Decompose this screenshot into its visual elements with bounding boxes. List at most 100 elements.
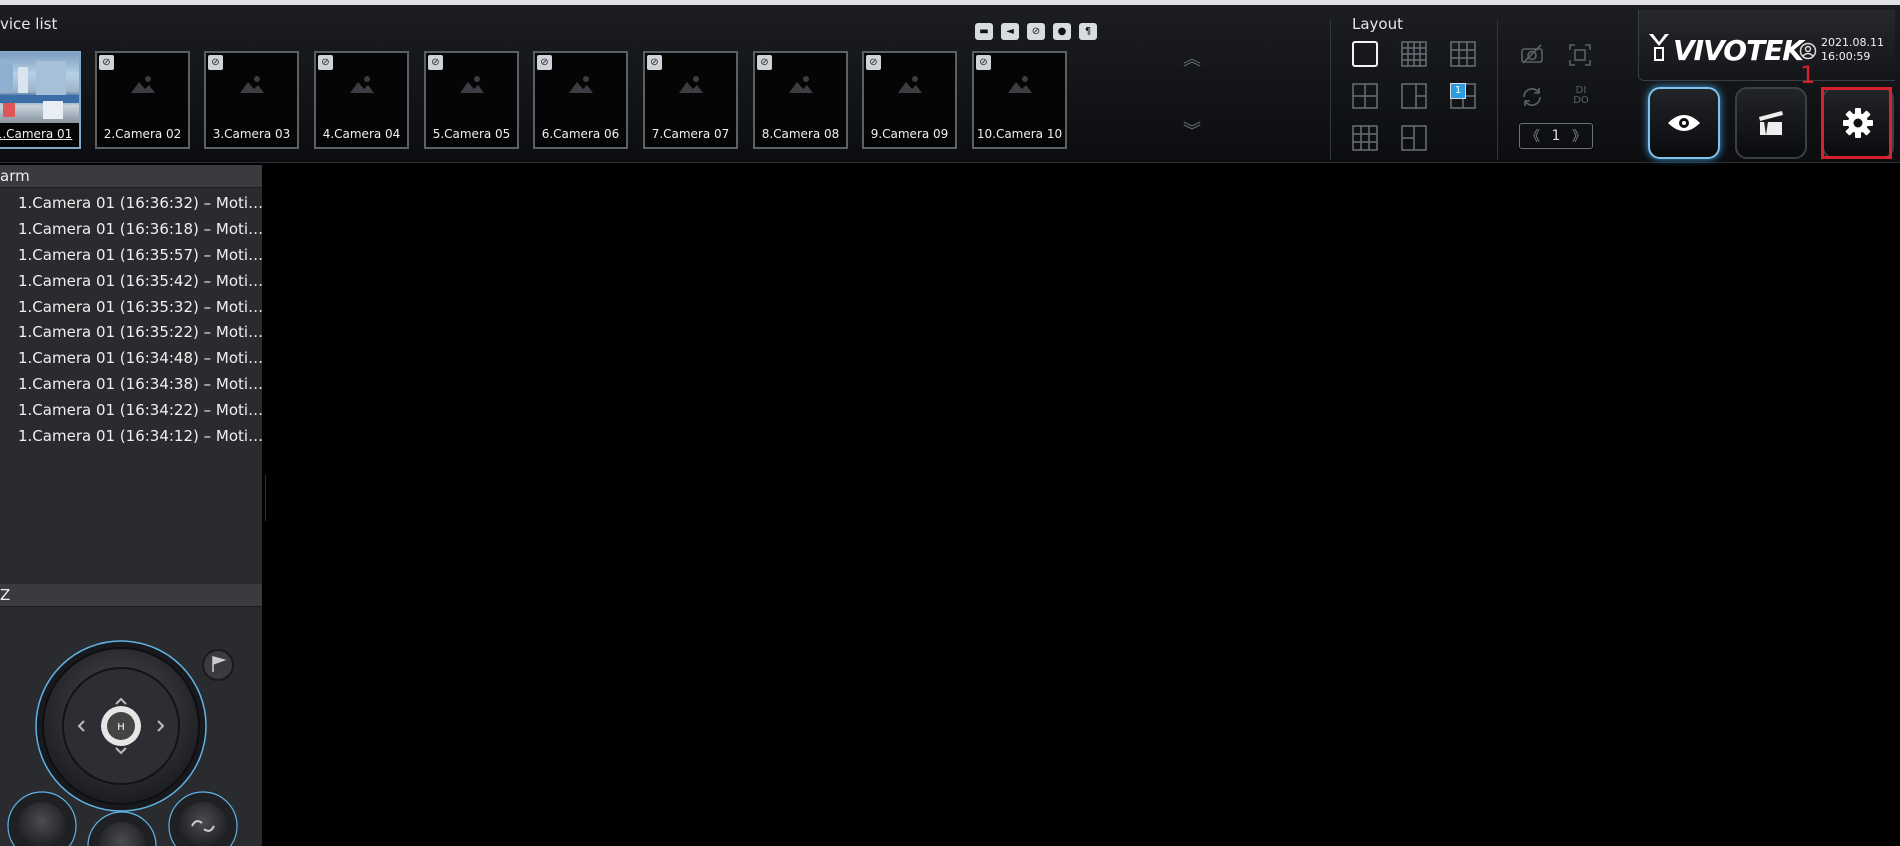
divider <box>1497 20 1498 160</box>
no-signal-icon: ⊘ <box>866 55 881 70</box>
video-viewport[interactable] <box>266 166 1900 846</box>
alarm-item[interactable]: 1.Camera 01 (16:34:38) – Moti… <box>18 375 263 393</box>
camera-label: 6.Camera 06 <box>541 127 620 141</box>
layout-1x1-button[interactable] <box>1352 41 1378 67</box>
ptz-filter-icon[interactable]: ◄ <box>1001 23 1019 40</box>
ptz-home-label[interactable]: H <box>117 722 125 733</box>
camera-thumb-8[interactable]: ⊘ 8.Camera 08 <box>753 51 848 149</box>
layout-badge: 1 <box>1450 83 1466 99</box>
page-number: 1 <box>1551 128 1561 144</box>
page-navigator: 《 1 》 <box>1519 123 1593 149</box>
io-filter-icon[interactable]: ¶ <box>1079 23 1097 40</box>
fisheye-filter-icon[interactable]: ● <box>1053 23 1071 40</box>
camera-preview: ⊘ <box>426 53 517 123</box>
camera-label: 1.Camera 01 <box>0 127 73 141</box>
playback-button[interactable] <box>1735 87 1807 159</box>
camera-label: 3.Camera 03 <box>212 127 291 141</box>
alarm-item[interactable]: 1.Camera 01 (16:35:42) – Moti… <box>18 272 263 290</box>
clapperboard-icon <box>1759 111 1783 135</box>
liveview-button[interactable] <box>1648 87 1720 159</box>
scroll-up-icon[interactable]: ︽ <box>1183 45 1201 71</box>
next-page-icon[interactable]: 》 <box>1572 126 1586 146</box>
no-signal-icon: ⊘ <box>428 55 443 70</box>
layout-4x4-button[interactable] <box>1401 41 1427 67</box>
top-bar: vice list 1.Camera 01 ⊘ 2.Camera 02 ⊘ 3.… <box>0 0 1900 163</box>
camera-thumb-7[interactable]: ⊘ 7.Camera 07 <box>643 51 738 149</box>
vivotek-logo-mark-icon <box>1649 34 1669 61</box>
camera-thumb-6[interactable]: ⊘ 6.Camera 06 <box>533 51 628 149</box>
eye-icon <box>1668 115 1700 131</box>
camera-label: 5.Camera 05 <box>432 127 511 141</box>
refresh-icon[interactable] <box>1520 85 1544 113</box>
divider <box>1330 20 1331 160</box>
layout-1plus3-button[interactable] <box>1401 125 1427 151</box>
alarm-item[interactable]: 1.Camera 01 (16:35:57) – Moti… <box>18 246 263 264</box>
left-panel: arm 1.Camera 01 (16:36:32) – Moti… 1.Cam… <box>0 165 263 846</box>
image-placeholder-icon <box>460 76 484 93</box>
no-signal-icon: ⊘ <box>208 55 223 70</box>
prev-page-icon[interactable]: 《 <box>1526 126 1540 146</box>
device-list-title: vice list <box>0 15 58 33</box>
camera-filter-icon[interactable]: ▬ <box>975 23 993 40</box>
alarm-item[interactable]: 1.Camera 01 (16:35:22) – Moti… <box>18 323 263 341</box>
disconnected-filter-icon[interactable]: ⊘ <box>1027 23 1045 40</box>
camera-preview: ⊘ <box>535 53 626 123</box>
camera-label: 10.Camera 10 <box>976 127 1063 141</box>
ptz-title: Z <box>0 584 262 607</box>
alarm-item[interactable]: 1.Camera 01 (16:34:48) – Moti… <box>18 349 263 367</box>
camera-preview: ⊘ <box>864 53 955 123</box>
layout-1plus2-button[interactable] <box>1401 83 1427 109</box>
image-placeholder-icon <box>898 76 922 93</box>
ptz-joystick[interactable]: H <box>0 625 262 846</box>
alarm-title: arm <box>0 165 262 188</box>
camera-preview: ⊘ <box>97 53 188 123</box>
brand-logo: VIVOTEK <box>1673 34 1804 67</box>
camera-thumb-1[interactable]: 1.Camera 01 <box>0 51 81 149</box>
camera-preview: ⊘ <box>316 53 407 123</box>
camera-label: 9.Camera 09 <box>870 127 949 141</box>
image-placeholder-icon <box>789 76 813 93</box>
image-placeholder-icon <box>679 76 703 93</box>
device-filter-toolbar: ▬ ◄ ⊘ ● ¶ <box>975 23 1097 40</box>
camera-thumb-10[interactable]: ⊘ 10.Camera 10 <box>972 51 1067 149</box>
camera-preview: ⊘ <box>755 53 846 123</box>
camera-label: 4.Camera 04 <box>322 127 401 141</box>
annotation-number: 1 <box>1800 61 1816 89</box>
camera-label: 2.Camera 02 <box>103 127 182 141</box>
camera-thumb-3[interactable]: ⊘ 3.Camera 03 <box>204 51 299 149</box>
user-icon[interactable] <box>1799 42 1817 60</box>
layout-3x3-button[interactable] <box>1450 41 1476 67</box>
alarm-item[interactable]: 1.Camera 01 (16:34:22) – Moti… <box>18 401 263 419</box>
image-placeholder-icon <box>131 76 155 93</box>
camera-thumb-2[interactable]: ⊘ 2.Camera 02 <box>95 51 190 149</box>
camera-preview <box>0 53 79 123</box>
datetime: 2021.08.11 16:00:59 <box>1821 36 1884 64</box>
dido-icon[interactable]: DI DO <box>1570 86 1592 106</box>
alarm-item[interactable]: 1.Camera 01 (16:35:32) – Moti… <box>18 298 263 316</box>
camera-thumb-9[interactable]: ⊘ 9.Camera 09 <box>862 51 957 149</box>
camera-preview: ⊘ <box>645 53 736 123</box>
alarm-item[interactable]: 1.Camera 01 (16:34:12) – Moti… <box>18 427 263 445</box>
layout-custom-button[interactable]: 1 <box>1450 83 1476 109</box>
alarm-item[interactable]: 1.Camera 01 (16:36:32) – Moti… <box>18 194 263 212</box>
no-signal-icon: ⊘ <box>318 55 333 70</box>
layout-3x3-alt-button[interactable] <box>1352 125 1378 151</box>
no-signal-icon: ⊘ <box>537 55 552 70</box>
camera-preview: ⊘ <box>206 53 297 123</box>
scroll-down-icon[interactable]: ︾ <box>1183 117 1201 143</box>
no-signal-icon: ⊘ <box>99 55 114 70</box>
camera-thumb-4[interactable]: ⊘ 4.Camera 04 <box>314 51 409 149</box>
camera-thumb-5[interactable]: ⊘ 5.Camera 05 <box>424 51 519 149</box>
snapshot-icon[interactable] <box>1520 43 1544 69</box>
date-text: 2021.08.11 <box>1821 36 1884 49</box>
layout-2x2-button[interactable] <box>1352 83 1378 109</box>
no-signal-icon: ⊘ <box>757 55 772 70</box>
camera-preview: ⊘ <box>974 53 1065 123</box>
no-signal-icon: ⊘ <box>976 55 991 70</box>
camera-label: 8.Camera 08 <box>761 127 840 141</box>
image-placeholder-icon <box>350 76 374 93</box>
alarm-item[interactable]: 1.Camera 01 (16:36:18) – Moti… <box>18 220 263 238</box>
fullscreen-icon[interactable] <box>1568 43 1592 71</box>
settings-highlight-box <box>1821 87 1892 159</box>
camera-label: 7.Camera 07 <box>651 127 730 141</box>
